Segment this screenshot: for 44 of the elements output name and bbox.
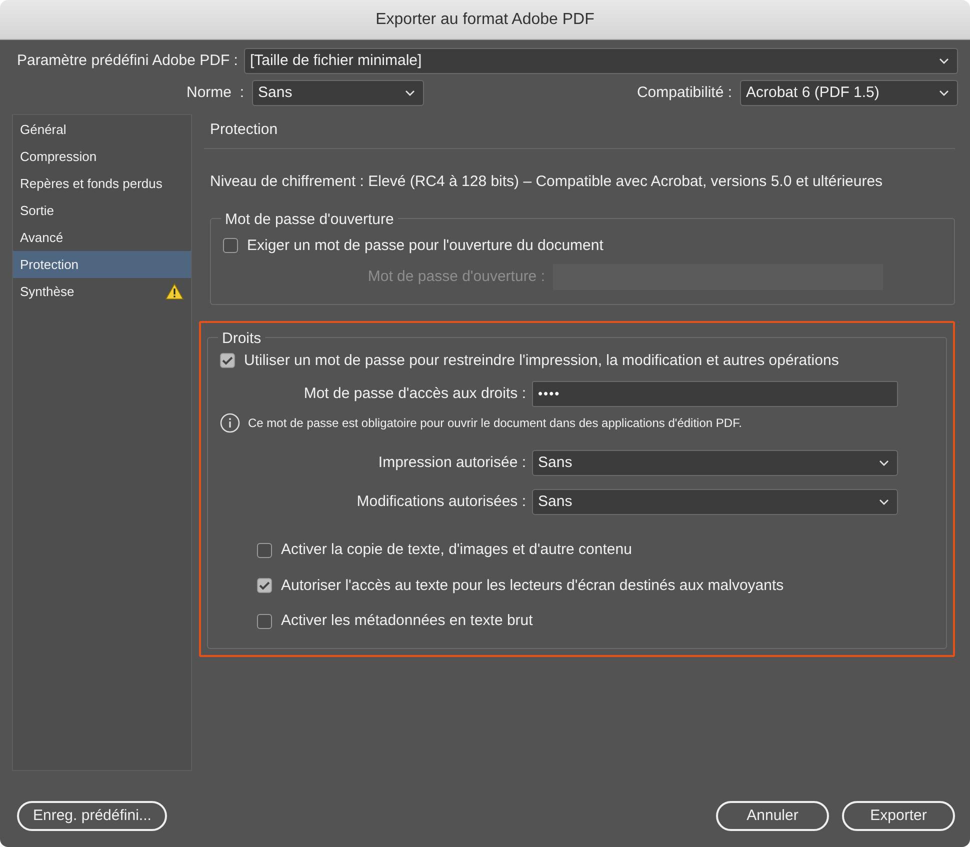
field-label: Impression autorisée :	[377, 452, 527, 473]
encryption-level-text: Niveau de chiffrement : Elevé (RC4 à 128 bits) – Compatible avec Acrobat, versions 5.0 et ultérieures	[209, 172, 884, 192]
field-label: Mot de passe d'accès aux droits :	[302, 384, 527, 404]
checkbox[interactable]	[257, 614, 272, 629]
cancel-button[interactable]: Annuler	[716, 801, 829, 831]
compatibility-label: Compatibilité :	[636, 82, 733, 103]
changes-dropdown[interactable]: Sans	[532, 489, 898, 515]
sidebar-item[interactable]: Sortie	[13, 197, 191, 224]
info-icon	[220, 413, 240, 433]
printing-dropdown[interactable]: Sans	[532, 450, 898, 476]
sidebar-item[interactable]: Avancé	[13, 224, 191, 251]
chevron-down-icon	[939, 90, 949, 96]
warning-icon	[165, 283, 184, 300]
checkbox-label: Activer la copie de texte, d'images et d'autre contenu	[281, 540, 632, 560]
checkbox[interactable]	[220, 353, 235, 368]
info-text: Ce mot de passe est obligatoire pour ouvrir le document dans des applications d'édition PDF.	[248, 415, 742, 432]
sidebar-item[interactable]: Synthèse	[13, 278, 191, 305]
checkbox[interactable]	[257, 542, 272, 558]
preset-label: Paramètre prédéfini Adobe PDF :	[17, 50, 238, 71]
preset-dropdown[interactable]: [Taille de fichier minimale]	[244, 48, 958, 74]
sidebar-item[interactable]: Compression	[13, 143, 191, 170]
checkbox[interactable]	[257, 578, 272, 594]
window-title: Exporter au format Adobe PDF	[376, 10, 594, 30]
field-label: Mot de passe d'ouverture :	[366, 266, 546, 287]
checkbox[interactable]	[223, 238, 238, 254]
sidebar-item[interactable]: Général	[13, 116, 191, 143]
checkbox-label: Activer les métadonnées en texte brut	[281, 611, 533, 631]
checkbox-label: Exiger un mot de passe pour l'ouverture du document	[247, 236, 604, 256]
chevron-down-icon	[879, 499, 889, 505]
checkbox-label: Utiliser un mot de passe pour restreindre l'impression, la modification et autres opérations	[244, 350, 839, 370]
standard-label: Norme :	[185, 82, 245, 103]
sidebar-item[interactable]: Protection	[13, 251, 191, 278]
panel-title: Protection	[210, 121, 278, 138]
standard-dropdown[interactable]: Sans	[252, 80, 424, 106]
checkbox-label: Autoriser l'accès au texte pour les lecteurs d'écran destinés aux malvoyants	[281, 576, 784, 596]
sidebar-item[interactable]: Repères et fonds perdus	[13, 170, 191, 197]
chevron-down-icon	[939, 58, 949, 64]
chevron-down-icon	[405, 90, 415, 96]
export-button[interactable]: Exporter	[842, 801, 955, 831]
chevron-down-icon	[879, 460, 889, 466]
password-field[interactable]: ••••	[532, 381, 898, 407]
compatibility-dropdown[interactable]: Acrobat 6 (PDF 1.5)	[740, 80, 958, 106]
save-preset-button[interactable]: Enreg. prédéfini...	[17, 801, 168, 831]
field-label: Modifications autorisées :	[356, 492, 527, 512]
